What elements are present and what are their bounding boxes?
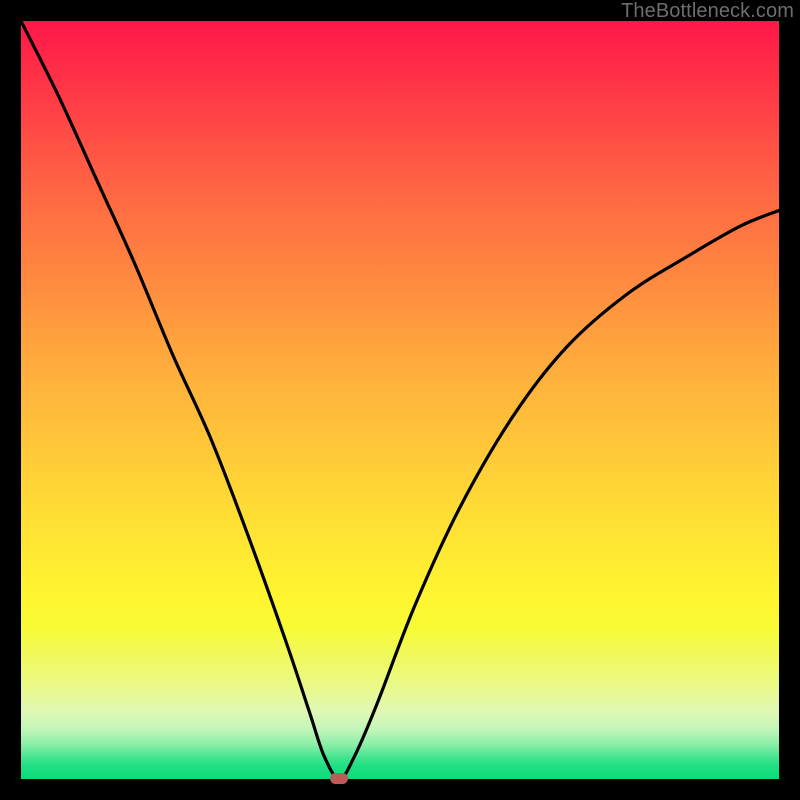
watermark-text: TheBottleneck.com <box>621 0 794 23</box>
image-frame: TheBottleneck.com <box>0 0 800 800</box>
plot-area <box>21 21 779 779</box>
minimum-marker <box>330 773 348 784</box>
bottleneck-curve <box>21 21 779 779</box>
curve-path <box>21 21 779 779</box>
